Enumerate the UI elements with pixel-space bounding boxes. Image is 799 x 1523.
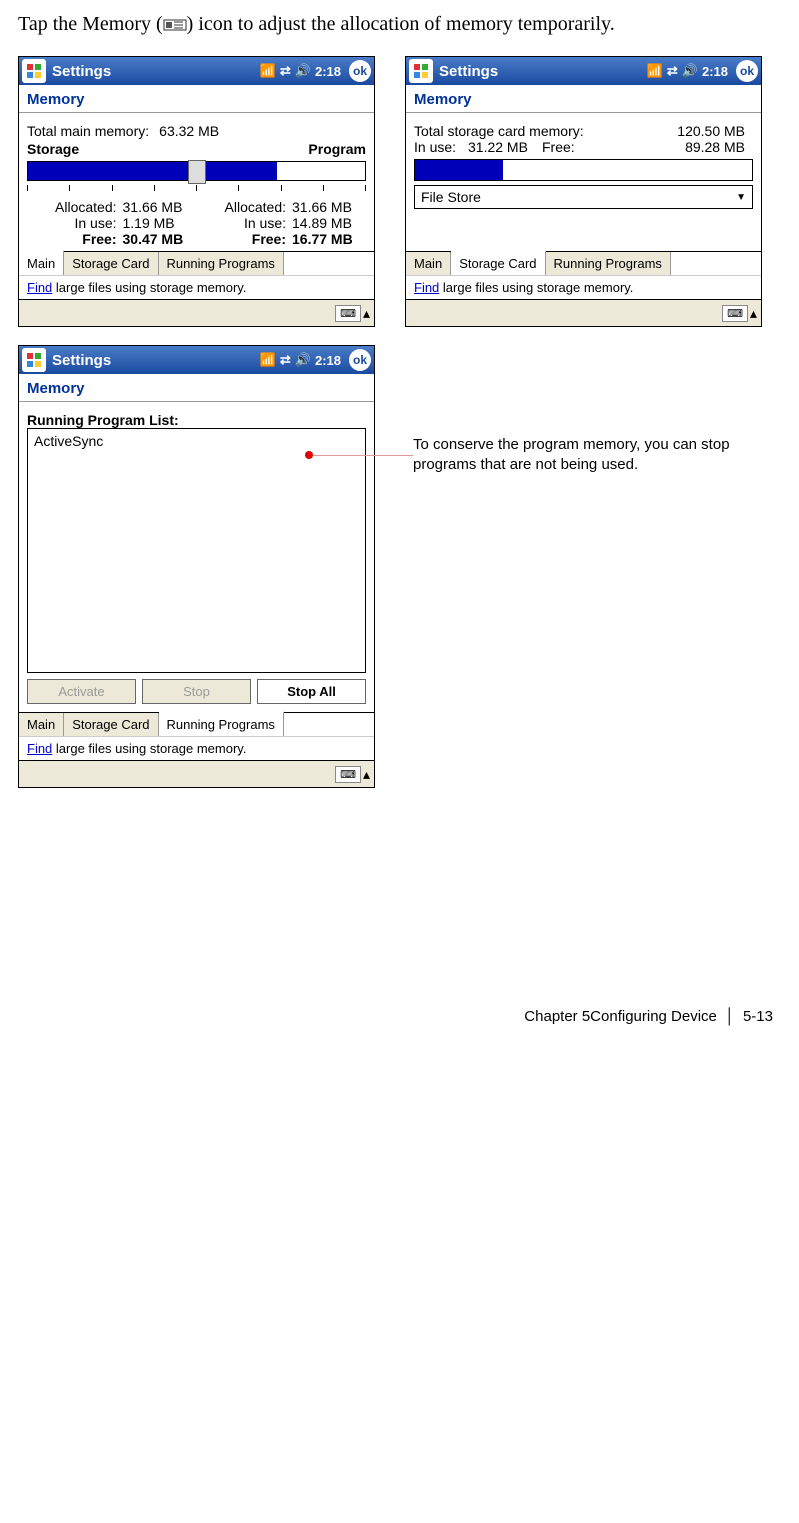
speaker-icon: 🔊 [295, 63, 311, 79]
program-header: Program [308, 141, 366, 157]
ok-button[interactable]: ok [736, 60, 758, 82]
callout-dot-icon [305, 451, 313, 459]
find-line: Find large files using storage memory. [19, 275, 374, 299]
list-label: Running Program List: [27, 412, 366, 428]
up-arrow-icon[interactable]: ▴ [363, 305, 370, 322]
clock: 2:18 [702, 64, 728, 79]
storage-header: Storage [27, 141, 79, 157]
title: Settings [439, 63, 647, 80]
find-link[interactable]: Find [27, 280, 52, 295]
sip-bar: ⌨▴ [19, 299, 374, 326]
page-heading: Memory [406, 85, 761, 112]
tab-main[interactable]: Main [19, 713, 64, 736]
clock: 2:18 [315, 353, 341, 368]
total-label: Total main memory: [27, 123, 149, 139]
tab-strip: Main Storage Card Running Programs [406, 251, 761, 275]
sync-icon: ⇄ [280, 352, 291, 368]
tab-strip: Main Storage Card Running Programs [19, 712, 374, 736]
speaker-icon: 🔊 [682, 63, 698, 79]
stop-button: Stop [142, 679, 251, 704]
clock: 2:18 [315, 64, 341, 79]
activate-button: Activate [27, 679, 136, 704]
sync-icon: ⇄ [667, 63, 678, 79]
titlebar: Settings 📶 ⇄ 🔊 2:18 ok [406, 57, 761, 85]
stop-all-button[interactable]: Stop All [257, 679, 366, 704]
tab-main[interactable]: Main [19, 250, 64, 275]
start-icon[interactable] [22, 59, 46, 83]
sip-bar: ⌨▴ [406, 299, 761, 326]
sip-bar: ⌨▴ [19, 760, 374, 787]
storage-bar [414, 159, 753, 181]
page-heading: Memory [19, 374, 374, 401]
find-link[interactable]: Find [414, 280, 439, 295]
start-icon[interactable] [409, 59, 433, 83]
callout-line [313, 455, 413, 456]
screenshot-storage-card: Settings 📶 ⇄ 🔊 2:18 ok Memory Total stor… [405, 56, 762, 327]
keyboard-icon[interactable]: ⌨ [722, 305, 748, 322]
page-footer: Chapter 5Configuring Device │ 5-13 [0, 998, 799, 1045]
store-dropdown[interactable]: File Store▼ [414, 185, 753, 209]
keyboard-icon[interactable]: ⌨ [335, 766, 361, 783]
title: Settings [52, 63, 260, 80]
ok-button[interactable]: ok [349, 60, 371, 82]
total-value: 63.32 MB [149, 123, 366, 139]
tab-strip: Main Storage Card Running Programs [19, 251, 374, 275]
sync-icon: ⇄ [280, 63, 291, 79]
signal-icon: 📶 [260, 63, 276, 79]
chevron-down-icon: ▼ [736, 192, 746, 203]
page-heading: Memory [19, 85, 374, 112]
keyboard-icon[interactable]: ⌨ [335, 305, 361, 322]
callout: To conserve the program memory, you can … [305, 435, 773, 476]
ok-button[interactable]: ok [349, 349, 371, 371]
tab-running[interactable]: Running Programs [159, 252, 284, 275]
memory-slider[interactable] [27, 161, 366, 181]
tab-storage-card[interactable]: Storage Card [64, 713, 158, 736]
start-icon[interactable] [22, 348, 46, 372]
tab-storage-card[interactable]: Storage Card [64, 252, 158, 275]
signal-icon: 📶 [260, 352, 276, 368]
intro-post: ) icon to adjust the allocation of memor… [187, 13, 615, 35]
tab-running[interactable]: Running Programs [159, 711, 284, 736]
find-line: Find large files using storage memory. [19, 736, 374, 760]
titlebar: Settings 📶 ⇄ 🔊 2:18 ok [19, 57, 374, 85]
screenshot-main: Settings 📶 ⇄ 🔊 2:18 ok Memory Total main… [18, 56, 375, 327]
speaker-icon: 🔊 [295, 352, 311, 368]
up-arrow-icon[interactable]: ▴ [363, 766, 370, 783]
memory-icon [163, 17, 187, 33]
total-value: 120.50 MB [613, 123, 753, 139]
intro-pre: Tap the Memory ( [18, 13, 163, 35]
instruction-text: Tap the Memory ( ) icon to adjust the all… [18, 10, 781, 38]
find-line: Find large files using storage memory. [406, 275, 761, 299]
titlebar: Settings 📶 ⇄ 🔊 2:18 ok [19, 346, 374, 374]
find-link[interactable]: Find [27, 741, 52, 756]
tab-storage-card[interactable]: Storage Card [451, 250, 545, 275]
signal-icon: 📶 [647, 63, 663, 79]
up-arrow-icon[interactable]: ▴ [750, 305, 757, 322]
total-label: Total storage card memory: [414, 123, 613, 139]
tab-running[interactable]: Running Programs [546, 252, 671, 275]
title: Settings [52, 352, 260, 369]
slider-thumb[interactable] [188, 160, 206, 184]
tab-main[interactable]: Main [406, 252, 451, 275]
screenshot-running-programs: Settings 📶 ⇄ 🔊 2:18 ok Memory Running Pr… [18, 345, 375, 788]
callout-text: To conserve the program memory, you can … [413, 435, 773, 476]
